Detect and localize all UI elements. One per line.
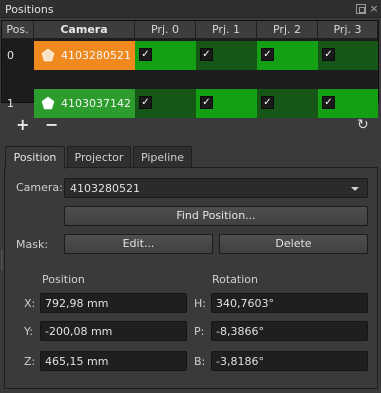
close-icon[interactable]: × bbox=[369, 3, 379, 14]
camera-cell[interactable]: 4103037142 bbox=[34, 89, 135, 118]
camera-serial: 4103280521 bbox=[61, 49, 131, 62]
pentagon-icon bbox=[41, 96, 55, 110]
checkbox[interactable]: ✓ bbox=[261, 48, 274, 61]
column-header-prj3[interactable]: Prj. 3 bbox=[318, 21, 378, 39]
tab-projector[interactable]: Projector bbox=[67, 146, 131, 168]
projector-cell-prj0[interactable]: ✓ bbox=[135, 89, 196, 118]
x-value: 792,98 mm bbox=[45, 297, 109, 310]
checkbox[interactable]: ✓ bbox=[200, 96, 213, 109]
find-position-button[interactable]: Find Position... bbox=[64, 206, 368, 226]
mask-label: Mask: bbox=[16, 238, 49, 251]
table-row[interactable]: 0 4103280521 ✓ ✓ ✓ ✓ bbox=[2, 41, 378, 70]
projector-cell-prj1[interactable]: ✓ bbox=[196, 41, 257, 70]
p-label: P: bbox=[194, 325, 205, 338]
z-label: Z: bbox=[24, 355, 36, 368]
x-label: X: bbox=[24, 297, 36, 310]
camera-select[interactable]: 4103280521 bbox=[64, 178, 368, 198]
p-field[interactable]: -8,3866° bbox=[211, 321, 368, 341]
h-field[interactable]: 340,7603° bbox=[211, 293, 368, 313]
y-field[interactable]: -200,08 mm bbox=[40, 321, 187, 341]
z-value: 465,15 mm bbox=[45, 355, 109, 368]
column-header-camera[interactable]: Camera bbox=[34, 21, 135, 39]
add-position-button[interactable]: + bbox=[16, 117, 29, 133]
column-header-prj1[interactable]: Prj. 1 bbox=[196, 21, 257, 39]
b-value: -3,8186° bbox=[216, 355, 264, 368]
checkbox[interactable]: ✓ bbox=[200, 48, 213, 61]
p-value: -8,3866° bbox=[216, 325, 264, 338]
positions-table: Pos. Camera Prj. 0 Prj. 1 Prj. 2 Prj. 3 … bbox=[1, 20, 379, 118]
z-field[interactable]: 465,15 mm bbox=[40, 351, 187, 371]
checkbox[interactable]: ✓ bbox=[261, 96, 274, 109]
y-value: -200,08 mm bbox=[45, 325, 113, 338]
y-label: Y: bbox=[24, 325, 33, 338]
delete-mask-button[interactable]: Delete bbox=[219, 234, 368, 254]
panel-titlebar: Positions × bbox=[0, 0, 381, 18]
b-label: B: bbox=[194, 355, 206, 368]
h-label: H: bbox=[194, 297, 206, 310]
projector-cell-prj1[interactable]: ✓ bbox=[196, 89, 257, 118]
checkbox[interactable]: ✓ bbox=[139, 48, 152, 61]
projector-cell-prj0[interactable]: ✓ bbox=[135, 41, 196, 70]
projector-cell-prj2[interactable]: ✓ bbox=[257, 89, 318, 118]
edit-mask-button[interactable]: Edit... bbox=[64, 234, 213, 254]
rotation-header: Rotation bbox=[212, 273, 259, 286]
row-pos: 1 bbox=[7, 97, 14, 110]
position-header: Position bbox=[42, 273, 85, 286]
checkbox[interactable]: ✓ bbox=[322, 96, 335, 109]
refresh-icon[interactable]: ↻ bbox=[357, 118, 369, 132]
pentagon-icon bbox=[41, 48, 55, 62]
tab-position[interactable]: Position bbox=[5, 146, 65, 169]
column-header-prj0[interactable]: Prj. 0 bbox=[135, 21, 196, 39]
b-field[interactable]: -3,8186° bbox=[211, 351, 368, 371]
checkbox[interactable]: ✓ bbox=[139, 96, 152, 109]
tab-pipeline[interactable]: Pipeline bbox=[133, 146, 192, 168]
projector-cell-prj2[interactable]: ✓ bbox=[257, 41, 318, 70]
h-value: 340,7603° bbox=[216, 297, 274, 310]
row-pos: 0 bbox=[7, 49, 14, 62]
projector-cell-prj3[interactable]: ✓ bbox=[318, 89, 378, 118]
table-row[interactable]: 1 4103037142 ✓ ✓ ✓ ✓ bbox=[2, 89, 378, 118]
camera-label: Camera: bbox=[16, 181, 63, 194]
panel-title: Positions bbox=[5, 3, 54, 16]
column-header-pos[interactable]: Pos. bbox=[2, 21, 34, 39]
float-icon[interactable] bbox=[356, 4, 366, 14]
x-field[interactable]: 792,98 mm bbox=[40, 293, 187, 313]
remove-position-button[interactable]: − bbox=[45, 117, 58, 133]
column-header-prj2[interactable]: Prj. 2 bbox=[257, 21, 318, 39]
camera-cell[interactable]: 4103280521 bbox=[34, 41, 135, 70]
camera-serial: 4103037142 bbox=[61, 97, 131, 110]
checkbox[interactable]: ✓ bbox=[322, 48, 335, 61]
chevron-down-icon bbox=[351, 187, 359, 191]
splitter-handle[interactable] bbox=[1, 250, 3, 270]
projector-cell-prj3[interactable]: ✓ bbox=[318, 41, 378, 70]
camera-select-value: 4103280521 bbox=[70, 182, 140, 195]
